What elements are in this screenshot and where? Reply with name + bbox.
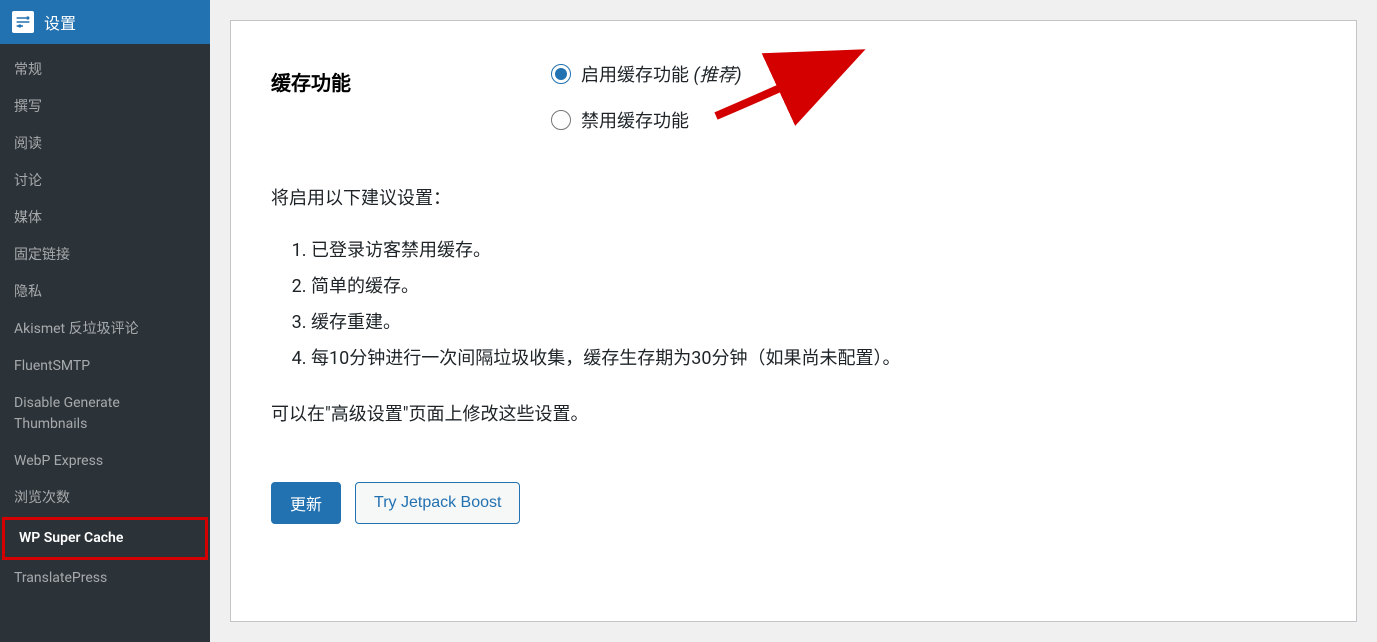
list-item: 每10分钟进行一次间隔垃圾收集，缓存生存期为30分钟（如果尚未配置）。 <box>311 341 1336 377</box>
list-item: 已登录访客禁用缓存。 <box>311 233 1336 269</box>
sidebar-item-webp-express[interactable]: WebP Express <box>0 443 210 480</box>
settings-icon <box>12 11 34 33</box>
jetpack-boost-button[interactable]: Try Jetpack Boost <box>355 482 520 524</box>
sidebar-item-akismet[interactable]: Akismet 反垃圾评论 <box>0 311 210 348</box>
sidebar-submenu: 常规 撰写 阅读 讨论 媒体 固定链接 隐私 Akismet 反垃圾评论 Flu… <box>0 44 210 642</box>
sidebar-item-media[interactable]: 媒体 <box>0 200 210 237</box>
disable-cache-radio[interactable] <box>551 110 571 130</box>
cache-setting-row: 缓存功能 启用缓存功能 (推荐) <box>271 61 1336 153</box>
main-content: 缓存功能 启用缓存功能 (推荐) <box>230 20 1357 622</box>
list-item: 缓存重建。 <box>311 305 1336 341</box>
sidebar-item-writing[interactable]: 撰写 <box>0 89 210 126</box>
sidebar-item-disable-thumbnails[interactable]: Disable Generate Thumbnails <box>0 385 210 443</box>
sidebar-item-views[interactable]: 浏览次数 <box>0 480 210 517</box>
sidebar-item-permalinks[interactable]: 固定链接 <box>0 237 210 274</box>
cache-feature-label: 缓存功能 <box>271 61 551 96</box>
admin-sidebar: 设置 常规 撰写 阅读 讨论 媒体 固定链接 隐私 Akismet 反垃圾评论 … <box>0 0 210 642</box>
sidebar-item-reading[interactable]: 阅读 <box>0 126 210 163</box>
sidebar-item-general[interactable]: 常规 <box>0 52 210 89</box>
enable-cache-option[interactable]: 启用缓存功能 (推荐) <box>551 61 1336 87</box>
enable-cache-radio[interactable] <box>551 64 571 84</box>
suggest-list: 已登录访客禁用缓存。 简单的缓存。 缓存重建。 每10分钟进行一次间隔垃圾收集，… <box>271 233 1336 377</box>
modify-note: 可以在"高级设置"页面上修改这些设置。 <box>271 399 1336 431</box>
disable-cache-option[interactable]: 禁用缓存功能 <box>551 107 1336 133</box>
sidebar-parent-label: 设置 <box>44 10 76 34</box>
sidebar-item-wp-super-cache[interactable]: WP Super Cache <box>2 517 208 560</box>
sidebar-item-fluentsmtp[interactable]: FluentSMTP <box>0 348 210 385</box>
sidebar-item-privacy[interactable]: 隐私 <box>0 274 210 311</box>
suggest-intro: 将启用以下建议设置： <box>271 183 1336 215</box>
sidebar-item-translatepress[interactable]: TranslatePress <box>0 560 210 597</box>
disable-cache-text: 禁用缓存功能 <box>581 107 689 133</box>
list-item: 简单的缓存。 <box>311 269 1336 305</box>
sidebar-item-discussion[interactable]: 讨论 <box>0 163 210 200</box>
update-button[interactable]: 更新 <box>271 482 341 524</box>
cache-radio-group: 启用缓存功能 (推荐) 禁用缓存功能 <box>551 61 1336 133</box>
button-row: 更新 Try Jetpack Boost <box>271 482 1336 524</box>
sidebar-parent-settings[interactable]: 设置 <box>0 0 210 44</box>
enable-cache-text: 启用缓存功能 (推荐) <box>581 61 742 87</box>
